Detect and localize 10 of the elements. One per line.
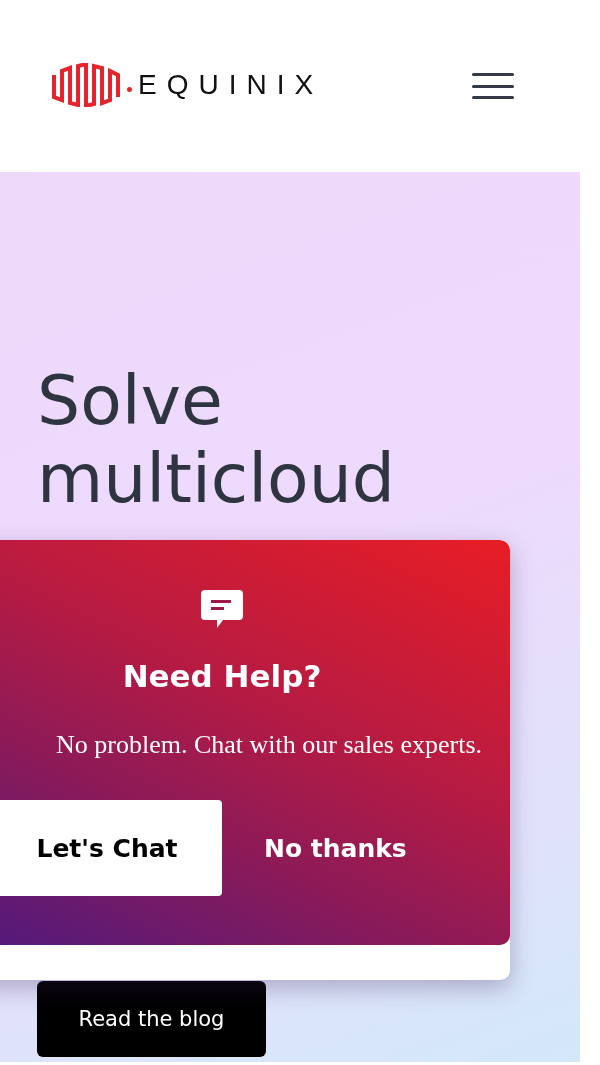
menu-button[interactable] [472, 73, 514, 99]
logo-dot-icon [127, 86, 132, 92]
popup-title: Need Help? [122, 658, 322, 694]
logo-text: EQUINIX [138, 69, 324, 101]
popup-message: No problem. Chat with our sales experts. [56, 730, 482, 760]
chat-button[interactable]: Let's Chat [0, 800, 222, 896]
logo-icon [52, 63, 122, 107]
hero-heading: Solve multicloud [37, 362, 396, 518]
read-blog-button[interactable]: Read the blog [37, 981, 266, 1057]
dismiss-button[interactable]: No thanks [264, 833, 407, 863]
